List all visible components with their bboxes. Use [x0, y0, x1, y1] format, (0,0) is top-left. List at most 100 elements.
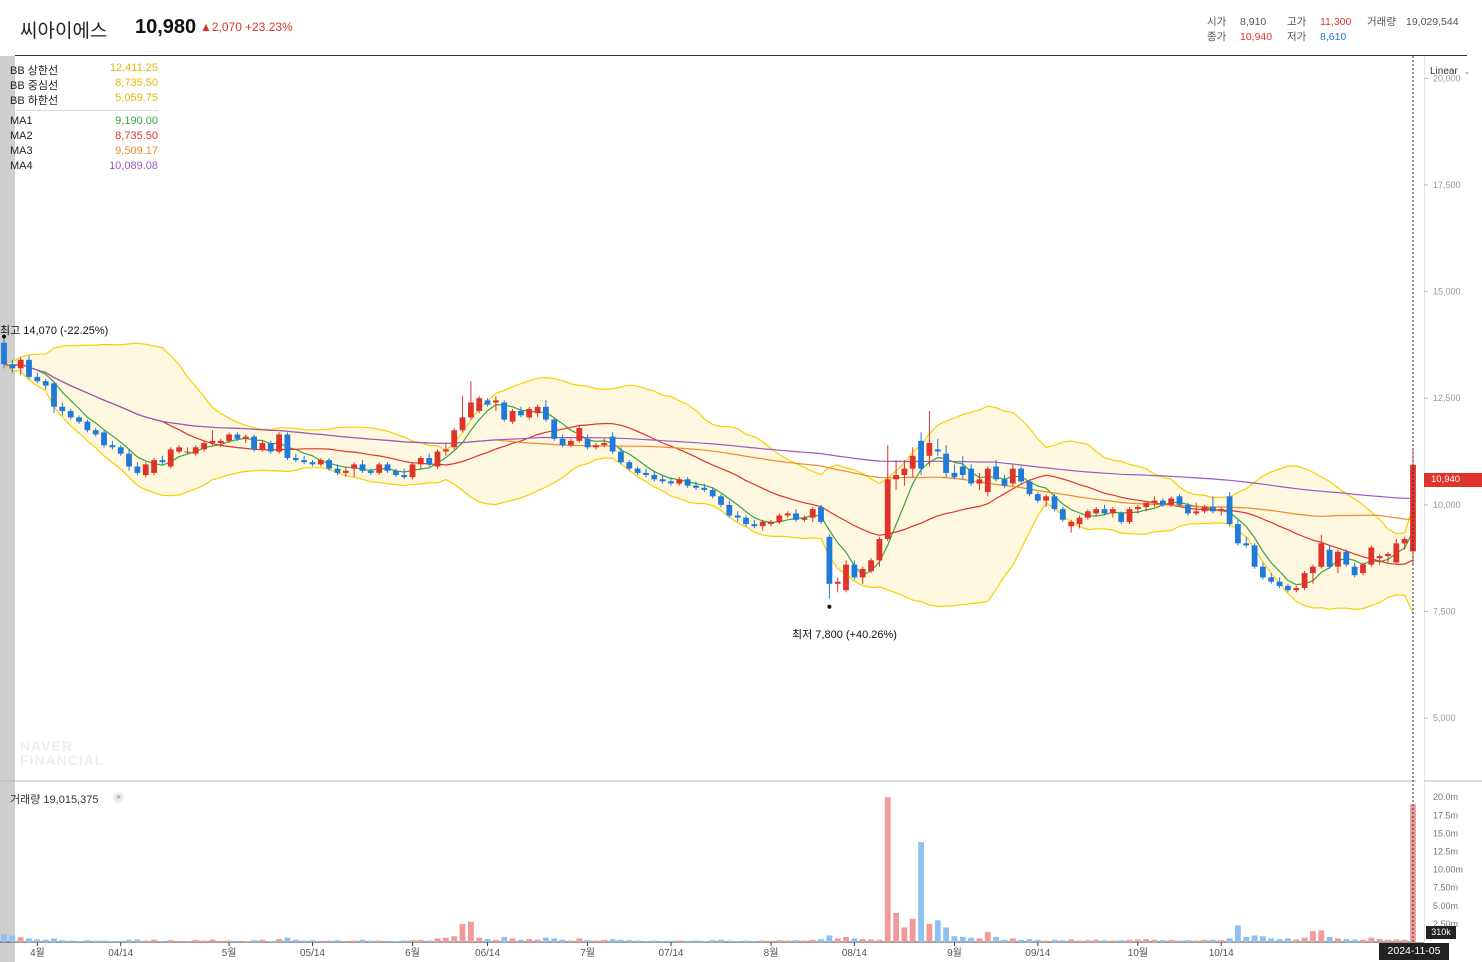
candle-body — [267, 443, 274, 452]
candle-body — [1160, 500, 1166, 505]
volume-bar — [167, 940, 174, 942]
volume-bar — [1351, 939, 1358, 942]
y-tick-label: 15,000 — [1433, 287, 1461, 297]
candle-body — [1310, 566, 1316, 574]
volume-bar — [267, 941, 274, 942]
volume-bar — [1009, 938, 1016, 942]
volume-tick-label: 12.5m — [1433, 847, 1458, 857]
volume-bar — [26, 938, 32, 942]
volume-summary-value: 19,029,544 — [1406, 15, 1459, 30]
candle-body — [1301, 573, 1308, 588]
volume-bar — [793, 940, 799, 942]
candle-body — [242, 436, 249, 439]
candle-body — [1235, 524, 1241, 544]
volume-bar — [1343, 939, 1350, 942]
volume-bar — [334, 940, 341, 942]
candle-body — [1126, 509, 1133, 522]
volume-bar — [743, 940, 749, 942]
volume-bar — [709, 940, 716, 942]
ohl-labels-2: 고가 저가 — [1287, 15, 1306, 45]
volume-bar — [501, 936, 508, 942]
candle-body — [559, 438, 566, 446]
volume-bar — [1, 934, 7, 942]
candle-body — [142, 464, 149, 476]
volume-bar — [634, 940, 641, 942]
volume-bar — [576, 938, 583, 942]
legend-value: 9,509.17 — [115, 145, 158, 157]
candle-body — [201, 443, 207, 450]
candle-body — [959, 466, 966, 475]
candle-body — [718, 496, 724, 505]
volume-bar — [759, 940, 766, 942]
candle-body — [993, 466, 999, 480]
scale-toggle-button[interactable]: Linear ⌄ — [1430, 66, 1470, 77]
candle-body — [801, 517, 808, 520]
volume-bar — [317, 940, 324, 942]
close-icon[interactable]: × — [113, 792, 124, 803]
volume-bar — [1335, 938, 1341, 942]
legend-value: 9,190.00 — [115, 115, 158, 127]
candle-body — [159, 460, 166, 463]
candle-body — [1026, 481, 1033, 495]
current-price: 10,980 — [135, 16, 197, 38]
candle-body — [1176, 496, 1183, 505]
volume-bar — [1051, 939, 1058, 942]
candle-body — [684, 479, 691, 486]
candle-body — [317, 460, 324, 465]
volume-bar — [1068, 939, 1075, 942]
candle-body — [342, 470, 349, 473]
candle-body — [1168, 498, 1175, 505]
volume-bar — [1310, 931, 1316, 942]
volume-bar — [584, 940, 591, 942]
volume-bar — [1318, 930, 1325, 942]
volume-bar — [1084, 940, 1091, 942]
candle-body — [51, 383, 57, 407]
volume-bar — [668, 940, 674, 942]
high-value: 11,300 — [1320, 16, 1352, 28]
candle-body — [417, 458, 424, 465]
candle-body — [784, 513, 791, 516]
volume-bar — [909, 918, 916, 942]
candle-body — [509, 411, 516, 422]
x-tick-label: 7월 — [580, 947, 595, 959]
candle-body — [167, 449, 174, 467]
volume-bar — [1376, 939, 1383, 942]
volume-bar — [476, 937, 483, 942]
volume-bar — [176, 940, 182, 942]
candle-body — [526, 408, 533, 418]
candle-body — [92, 430, 99, 435]
candle-body — [1276, 581, 1283, 586]
volume-bar — [192, 939, 199, 942]
volume-bar — [651, 940, 658, 942]
volume-bar — [226, 940, 232, 942]
candle-body — [392, 470, 399, 476]
volume-bar — [1059, 940, 1066, 942]
stock-name: 씨아이에스 — [20, 21, 108, 42]
price-chart[interactable]: 20,00017,50015,00012,50010,0007,5005,000… — [0, 0, 1482, 962]
volume-bar — [526, 939, 533, 942]
legend-label: MA1 — [10, 115, 33, 127]
low-label: 저가 — [1287, 31, 1307, 43]
candle-body — [984, 468, 991, 493]
volume-bar — [1101, 940, 1108, 942]
candle-body — [918, 440, 924, 469]
x-tick-label: 04/14 — [108, 948, 133, 959]
candle-body — [451, 430, 458, 448]
candle-body — [134, 466, 141, 473]
crosshair-date-tag: 2024-11-05 — [1379, 943, 1449, 960]
candle-body — [1218, 509, 1225, 512]
volume-bar — [276, 939, 282, 942]
candle-body — [859, 568, 866, 578]
candle-body — [376, 464, 383, 473]
candle-body — [776, 515, 783, 522]
candle-body — [26, 359, 32, 377]
volume-bar — [209, 939, 216, 942]
candle-body — [1210, 507, 1216, 512]
close-value: 10,940 — [1240, 31, 1273, 43]
volume-bar — [701, 940, 708, 942]
candle-body — [1051, 496, 1058, 510]
legend-label: MA2 — [10, 130, 33, 142]
volume-bar — [1201, 939, 1208, 942]
volume-bar — [443, 937, 449, 942]
volume-bar — [1360, 939, 1366, 942]
